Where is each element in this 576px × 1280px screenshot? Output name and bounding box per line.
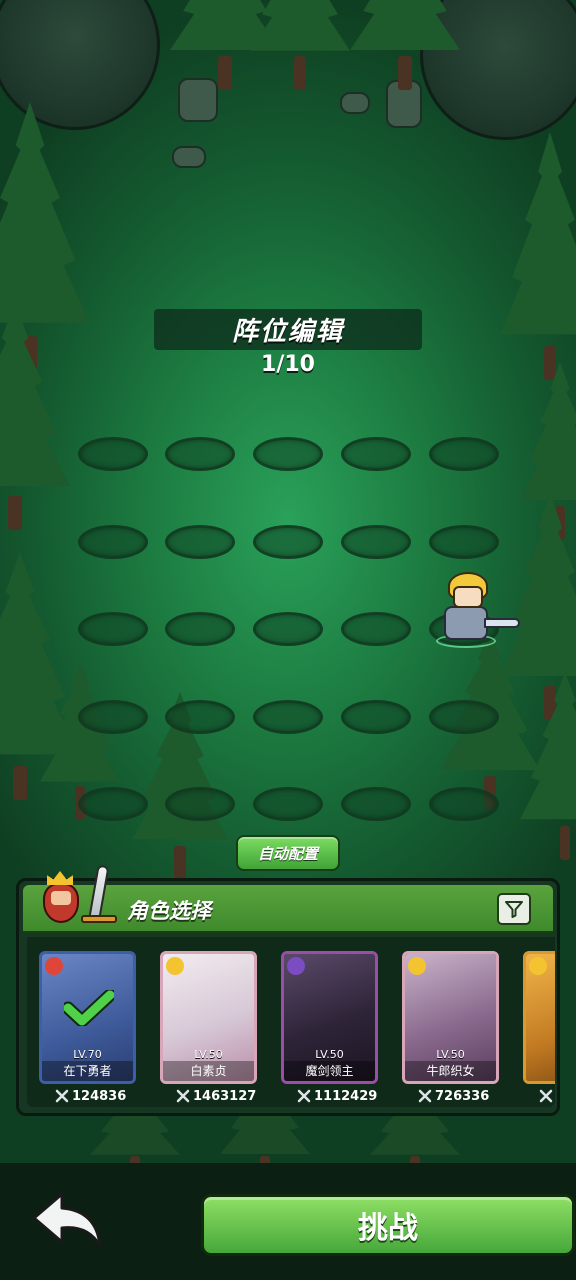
crossed-swords-icon: [297, 1089, 311, 1103]
page-title: 阵位编辑: [154, 309, 422, 350]
auto-config-button[interactable]: 自动配置: [236, 835, 340, 871]
power-value: [539, 1087, 555, 1105]
power-number: 1463127: [193, 1088, 257, 1104]
character-card[interactable]: LV.50 魔剑领主: [281, 951, 378, 1084]
crossed-swords-icon: [176, 1089, 190, 1103]
crossed-swords-icon: [539, 1089, 553, 1103]
formation-slot[interactable]: [429, 525, 499, 559]
character-name: 魔剑领主: [284, 1061, 375, 1081]
formation-slot[interactable]: [78, 612, 148, 646]
formation-slot[interactable]: [253, 787, 323, 821]
formation-slot[interactable]: [165, 787, 235, 821]
checkmark-icon: [64, 990, 114, 1026]
moon-icon: [287, 957, 305, 975]
dumbbell-icon: [45, 957, 63, 975]
sun-icon: [529, 957, 547, 975]
panel-title: 角色选择: [127, 899, 211, 923]
character-select-panel: 角色选择 LV.70 在下勇者 124836 LV.50 白素贞 1463127 LV.50…: [16, 864, 560, 1116]
sword-icon: [484, 618, 520, 628]
hero-face: [453, 586, 483, 608]
formation-slot[interactable]: [253, 612, 323, 646]
pine-tree: [520, 672, 576, 860]
challenge-button[interactable]: 挑战: [201, 1194, 575, 1256]
pine-tree: [0, 302, 70, 530]
character-level: LV.50: [315, 1048, 344, 1061]
sun-icon: [408, 957, 426, 975]
formation-slot[interactable]: [341, 612, 411, 646]
formation-slot[interactable]: [253, 700, 323, 734]
formation-slot[interactable]: [429, 700, 499, 734]
formation-slot[interactable]: [165, 437, 235, 471]
deployed-hero[interactable]: [426, 570, 526, 650]
rock: [340, 92, 370, 114]
back-button[interactable]: [28, 1188, 108, 1252]
formation-slot[interactable]: [341, 787, 411, 821]
formation-slot[interactable]: [341, 525, 411, 559]
formation-slot[interactable]: [165, 525, 235, 559]
formation-slot[interactable]: [341, 700, 411, 734]
power-value: 124836: [55, 1087, 126, 1105]
stone-tower-left: [0, 0, 160, 130]
deployed-count: 1/10: [261, 352, 315, 377]
character-name: 在下勇者: [42, 1061, 133, 1081]
crossed-swords-icon: [418, 1089, 432, 1103]
hero-body: [444, 606, 488, 640]
formation-slot[interactable]: [78, 700, 148, 734]
formation-slot[interactable]: [165, 612, 235, 646]
panel-header: 角色选择: [23, 864, 553, 933]
pine-tree: [250, 0, 350, 90]
power-value: 1112429: [297, 1087, 377, 1105]
formation-slot[interactable]: [429, 437, 499, 471]
filter-button[interactable]: [497, 893, 531, 925]
power-value: 726336: [418, 1087, 489, 1105]
game-scene: 阵位编辑 1/10 自动配置 角色选择 LV.70 在下勇者 124836 LV…: [0, 0, 576, 1280]
power-number: 1112429: [314, 1088, 378, 1104]
back-arrow-icon: [32, 1192, 102, 1248]
power-number: 124836: [72, 1088, 127, 1104]
formation-slot[interactable]: [78, 787, 148, 821]
formation-slot[interactable]: [253, 525, 323, 559]
character-card[interactable]: LV.70 在下勇者: [39, 951, 136, 1084]
pine-tree: [500, 132, 576, 380]
character-level: LV.50: [436, 1048, 465, 1061]
formation-slot[interactable]: [341, 437, 411, 471]
character-card[interactable]: [523, 951, 555, 1084]
king-mascot-icon: [37, 864, 119, 933]
formation-slot[interactable]: [78, 525, 148, 559]
character-name: 白素贞: [163, 1061, 254, 1081]
formation-slot[interactable]: [253, 437, 323, 471]
character-name: 牛郎织女: [405, 1061, 496, 1081]
character-level: LV.50: [194, 1048, 223, 1061]
formation-slot[interactable]: [429, 787, 499, 821]
character-level: LV.70: [73, 1048, 102, 1061]
formation-slot[interactable]: [78, 437, 148, 471]
power-value: 1463127: [176, 1087, 256, 1105]
character-card[interactable]: LV.50 牛郎织女: [402, 951, 499, 1084]
crossed-swords-icon: [55, 1089, 69, 1103]
power-number: 726336: [435, 1088, 490, 1104]
pine-tree: [350, 0, 460, 90]
filter-icon: [505, 901, 523, 918]
formation-slot[interactable]: [165, 700, 235, 734]
character-list: LV.70 在下勇者 124836 LV.50 白素贞 1463127 LV.50 魔剑领主 1…: [27, 937, 555, 1107]
rock: [172, 146, 206, 168]
sun-icon: [166, 957, 184, 975]
character-card[interactable]: LV.50 白素贞: [160, 951, 257, 1084]
